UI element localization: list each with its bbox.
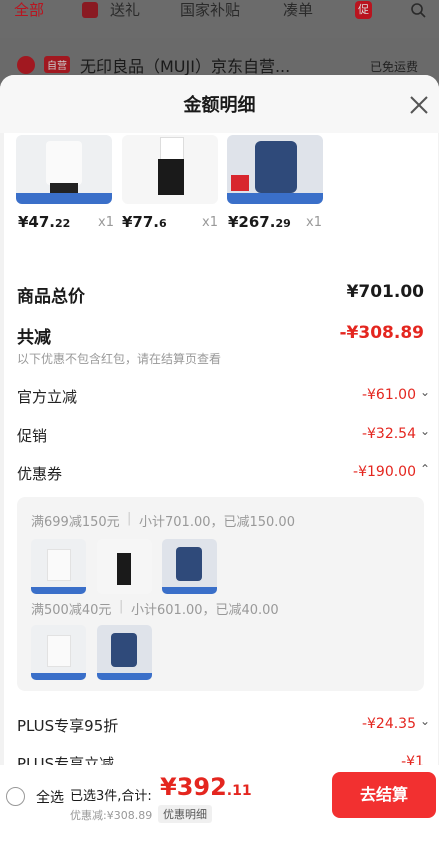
item-qty: x1 xyxy=(98,215,114,230)
official-discount-label: 官方立减 xyxy=(17,388,78,406)
tab-national-subsidy[interactable]: 国家补贴 xyxy=(180,0,240,24)
amount-detail-sheet: 金额明细 ¥47.22 x1 ¥77.6 x1 ¥267.29 x1 商品总价 … xyxy=(0,75,439,842)
coupon-product-thumb xyxy=(31,539,86,594)
item-qty: x1 xyxy=(202,215,218,230)
saved-amount: 优惠减:¥308.89 xyxy=(70,809,153,822)
item-price: ¥77.6 xyxy=(122,213,167,231)
plus-discount-label: PLUS专享95折 xyxy=(17,717,119,735)
checkout-button[interactable]: 去结算 xyxy=(332,772,436,818)
tab-all[interactable]: 全部 xyxy=(14,0,44,24)
sheet-title: 金额明细 xyxy=(183,95,256,116)
tab-add-on[interactable]: 凑单 xyxy=(283,0,313,24)
coupon-rule: 满500减40元 xyxy=(31,603,112,618)
product-image-tshirt[interactable] xyxy=(16,135,112,204)
store-name[interactable]: 无印良品（MUJI）京东自营... xyxy=(80,53,290,77)
plus-discount-value[interactable]: -¥24.35 xyxy=(362,716,416,732)
background-nav: 全部 送礼 国家补贴 凑单 促 xyxy=(0,0,439,38)
total-value: ¥701.00 xyxy=(346,282,424,302)
official-discount-value[interactable]: -¥61.00 xyxy=(362,387,416,403)
search-icon[interactable] xyxy=(410,2,426,18)
divider: | xyxy=(127,511,132,526)
coupon-product-thumb xyxy=(31,625,86,680)
item-price-main: ¥267. xyxy=(228,213,276,231)
close-icon[interactable] xyxy=(408,94,430,116)
total-label: 商品总价 xyxy=(17,287,85,307)
check-icon[interactable] xyxy=(17,56,35,74)
select-all-label[interactable]: 全选 xyxy=(36,787,64,807)
tab-promo[interactable]: 促 xyxy=(355,1,372,19)
product-image-skirt[interactable] xyxy=(122,135,218,204)
coupon-detail: 小计701.00，已减150.00 xyxy=(139,515,295,530)
coupon-detail: 小计601.00，已减40.00 xyxy=(131,603,279,618)
sheet-header: 金额明细 xyxy=(0,75,439,133)
self-operated-badge: 自营 xyxy=(44,56,70,73)
coupon-label: 优惠券 xyxy=(17,465,63,483)
chevron-down-icon[interactable]: ⌄ xyxy=(420,714,430,728)
select-all-checkbox[interactable] xyxy=(6,787,25,806)
discount-value: -¥308.89 xyxy=(339,323,425,343)
item-price-decimal: 6 xyxy=(159,217,167,230)
coupon-value[interactable]: -¥190.00 xyxy=(353,464,416,480)
item-price-decimal: 29 xyxy=(275,217,291,230)
coupon-product-thumb xyxy=(97,625,152,680)
item-price: ¥267.29 xyxy=(228,213,291,231)
order-total-decimal: .11 xyxy=(226,783,252,799)
discount-detail-button[interactable]: 优惠明细 xyxy=(158,805,212,823)
tab-gift[interactable]: 送礼 xyxy=(110,0,140,24)
chevron-down-icon[interactable]: ⌄ xyxy=(420,424,430,438)
chevron-up-icon[interactable]: ⌃ xyxy=(420,462,430,476)
coupon-detail-box: 满699减150元 | 小计701.00，已减150.00 满500减40元 |… xyxy=(17,497,424,691)
item-qty: x1 xyxy=(306,215,322,230)
coupon-product-thumb xyxy=(162,539,217,594)
checkout-bar: 全选 已选3件,合计: ¥392.11 优惠减:¥308.89 优惠明细 去结算 xyxy=(0,765,439,842)
divider: | xyxy=(119,599,124,614)
item-price-main: ¥77. xyxy=(122,213,160,231)
promotion-value[interactable]: -¥32.54 xyxy=(362,426,416,442)
item-price: ¥47.22 xyxy=(18,213,70,231)
selected-count: 已选3件,合计: xyxy=(70,789,152,804)
coupon-product-thumb xyxy=(97,539,152,594)
order-total-main: ¥392 xyxy=(160,773,227,801)
promotion-label: 促销 xyxy=(17,427,48,445)
item-price-main: ¥47. xyxy=(18,213,56,231)
gift-icon xyxy=(82,2,98,18)
shipping-status: 已免运费 xyxy=(370,60,419,74)
chevron-down-icon[interactable]: ⌄ xyxy=(420,385,430,399)
item-price-decimal: 22 xyxy=(55,217,71,230)
discount-label: 共减 xyxy=(17,328,51,348)
product-image-denim-shirt[interactable] xyxy=(227,135,323,204)
order-total: ¥392.11 xyxy=(160,773,252,801)
coupon-rule: 满699减150元 xyxy=(31,515,120,530)
summary-card: 商品总价 ¥701.00 共减 -¥308.89 以下优惠不包含红包，请在结算页… xyxy=(4,263,438,842)
discount-note: 以下优惠不包含红包，请在结算页查看 xyxy=(17,352,222,366)
